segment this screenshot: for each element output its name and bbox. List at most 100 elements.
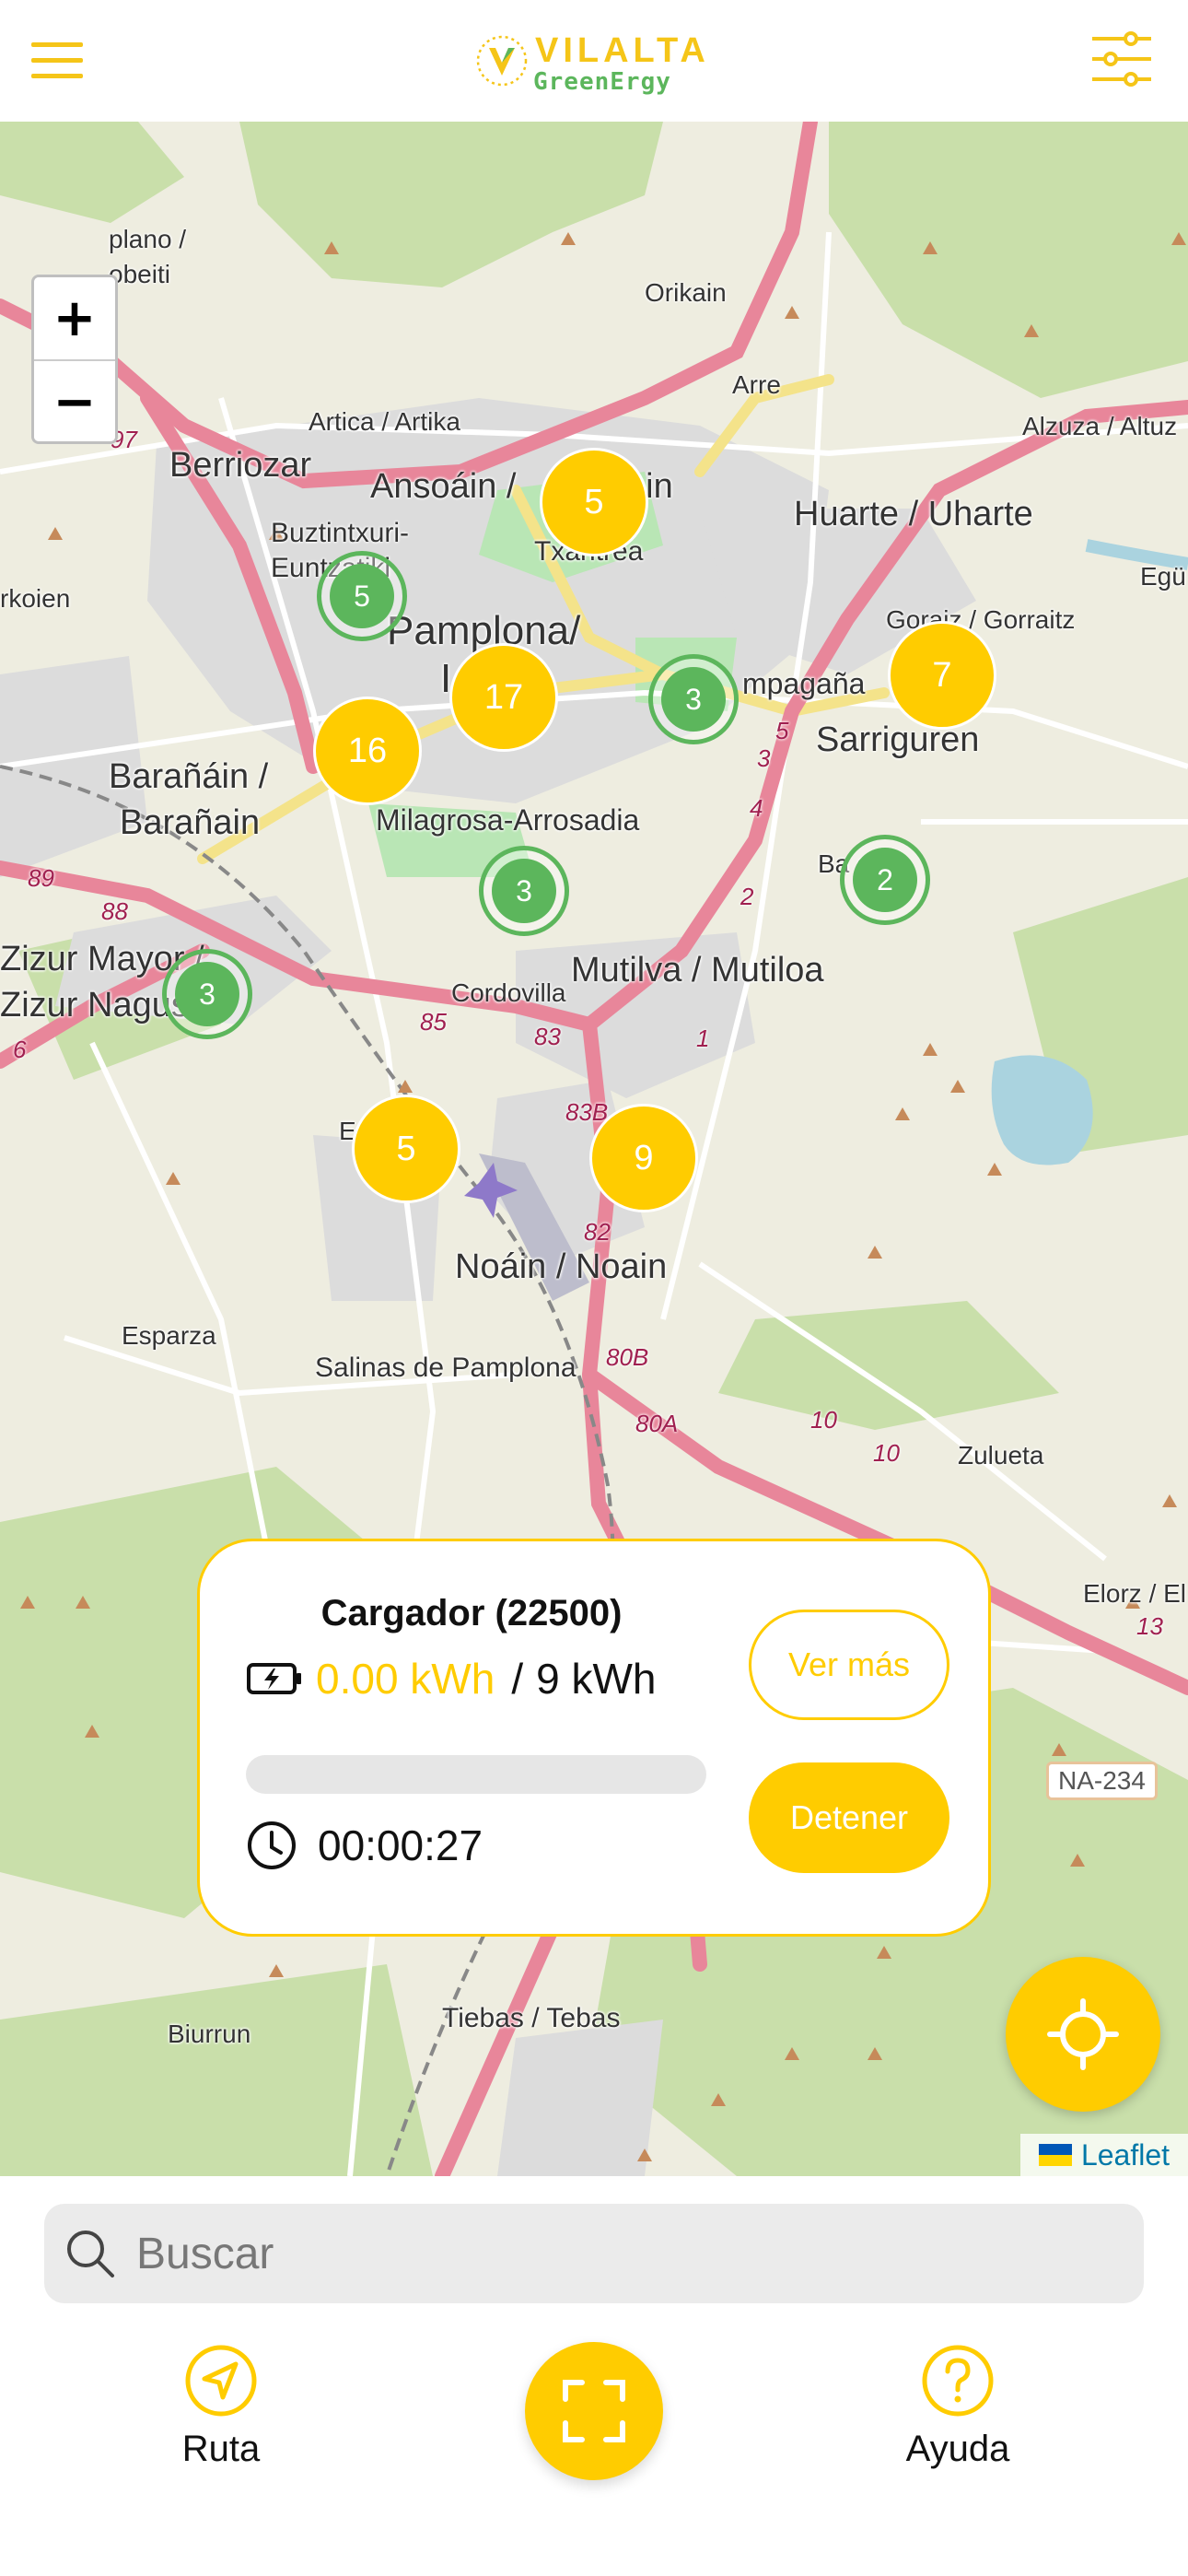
road-shield-na234: NA-234	[1046, 1762, 1158, 1800]
place-label: Mutilva / Mutiloa	[571, 951, 824, 989]
station-cluster[interactable]: 3	[162, 949, 252, 1039]
place-label: Barañáin /	[109, 757, 269, 796]
road-label: 1	[696, 1025, 710, 1052]
place-label: Zulueta	[958, 1441, 1044, 1469]
road-label: 10	[873, 1439, 900, 1467]
place-label: Orikain	[645, 278, 727, 307]
place-label: Berriozar	[169, 446, 312, 485]
station-cluster[interactable]: 5	[317, 551, 407, 641]
bottom-panel: Ruta Ayuda	[0, 2176, 1188, 2576]
filter-button[interactable]	[1090, 31, 1153, 87]
place-label: Milagrosa-Arrosadia	[376, 803, 640, 837]
place-label: Noáin / Noain	[455, 1247, 668, 1286]
ukraine-flag-icon	[1038, 2144, 1072, 2166]
place-label: Arre	[732, 370, 781, 399]
road-label: 88	[101, 897, 128, 925]
stop-button[interactable]: Detener	[749, 1762, 949, 1873]
road-label: 5	[775, 717, 789, 744]
cluster-count: 2	[877, 862, 893, 896]
crosshair-icon	[1047, 1998, 1119, 2070]
zoom-out-button[interactable]: −	[34, 359, 115, 441]
logo-line1: VILALTA	[535, 31, 710, 70]
energy-row: 0.00 kWh / 9 kWh	[246, 1654, 656, 1704]
road-label: 82	[584, 1218, 611, 1246]
nav-route[interactable]: Ruta	[120, 2344, 322, 2491]
battery-charging-icon	[247, 1663, 301, 1694]
cluster-count: 16	[347, 731, 388, 770]
place-label: Salinas de Pamplona	[315, 1352, 577, 1383]
energy-max: 9 kWh	[536, 1655, 657, 1703]
place-label: Huarte / Uharte	[794, 495, 1033, 533]
road-label: 89	[28, 864, 54, 892]
scan-icon	[563, 2380, 625, 2442]
place-label: obeiti	[109, 260, 170, 288]
road-label: 80A	[635, 1410, 679, 1437]
place-label: Zizur Nagus	[0, 986, 189, 1025]
place-label: Barañain	[120, 803, 261, 842]
station-cluster[interactable]: 5	[540, 448, 648, 556]
road-label: 4	[750, 794, 763, 822]
road-label: 85	[420, 1008, 447, 1036]
station-cluster[interactable]: 7	[888, 621, 996, 730]
nav-route-label: Ruta	[181, 2429, 261, 2469]
place-label: Egü	[1140, 562, 1186, 591]
station-cluster[interactable]: 16	[313, 697, 422, 805]
charger-title: Cargador (22500)	[320, 1593, 623, 1633]
road-label: 83	[534, 1023, 561, 1050]
station-cluster[interactable]: 3	[648, 654, 739, 744]
place-label: Biurrun	[168, 2020, 251, 2048]
station-cluster[interactable]: 9	[589, 1104, 698, 1212]
road-label: 80B	[606, 1343, 649, 1371]
leaflet-link[interactable]: Leaflet	[1081, 2138, 1170, 2172]
place-label: Buztintxuri-	[271, 518, 410, 548]
logo-v-icon	[476, 35, 528, 87]
zoom-control: + −	[31, 275, 118, 444]
place-label: plano /	[109, 225, 187, 253]
place-label: Ansoáin /	[370, 467, 517, 506]
nav-help[interactable]: Ayuda	[856, 2344, 1059, 2491]
cluster-count: 5	[584, 482, 604, 521]
map-attribution: Leaflet	[1020, 2134, 1188, 2176]
locate-button[interactable]	[1006, 1957, 1160, 2112]
cluster-count: 3	[516, 873, 532, 907]
cluster-count: 5	[396, 1129, 416, 1168]
road-label: 13	[1136, 1612, 1163, 1640]
place-label: Alzuza / Altuz	[1022, 412, 1178, 440]
station-cluster[interactable]: 2	[840, 835, 930, 925]
place-label: Cordovilla	[451, 978, 566, 1007]
menu-button[interactable]	[31, 42, 83, 79]
station-cluster[interactable]: 17	[449, 643, 558, 752]
road-label: 2	[740, 883, 754, 910]
search-input[interactable]	[134, 2227, 1111, 2280]
place-label: rkoien	[0, 584, 71, 613]
place-label: mpagaña	[742, 667, 866, 700]
place-label: Artica / Artika	[309, 407, 460, 436]
cluster-count: 3	[199, 977, 215, 1011]
cluster-count: 17	[483, 677, 524, 717]
search-icon	[67, 2231, 114, 2277]
hamburger-icon	[31, 42, 83, 47]
cluster-count: 7	[932, 655, 952, 695]
see-more-button[interactable]: Ver más	[749, 1610, 949, 1720]
charge-progress	[246, 1755, 706, 1794]
zoom-in-button[interactable]: +	[34, 277, 115, 359]
sliders-icon	[1092, 31, 1151, 87]
elapsed-row: 00:00:27	[246, 1820, 483, 1871]
cluster-count: 5	[354, 579, 370, 613]
place-label: Esparza	[122, 1321, 216, 1350]
place-label: Elorz / El	[1083, 1579, 1187, 1608]
road-label: 6	[13, 1036, 27, 1063]
road-label: 10	[810, 1406, 837, 1434]
road-label: 3	[757, 744, 771, 772]
station-cluster[interactable]: 5	[352, 1095, 460, 1203]
help-icon	[922, 2345, 994, 2417]
search-bar[interactable]	[44, 2204, 1144, 2303]
scan-button[interactable]	[525, 2342, 663, 2480]
logo-line2: GreenErgy	[533, 68, 671, 96]
station-cluster[interactable]: 3	[479, 846, 569, 936]
clock-icon	[248, 1821, 296, 1869]
energy-separator: /	[511, 1655, 524, 1703]
brand-logo: VILALTA GreenErgy	[474, 28, 714, 96]
place-label: Tiebas / Tebas	[442, 2003, 621, 2033]
nav-help-label: Ayuda	[905, 2429, 1010, 2469]
